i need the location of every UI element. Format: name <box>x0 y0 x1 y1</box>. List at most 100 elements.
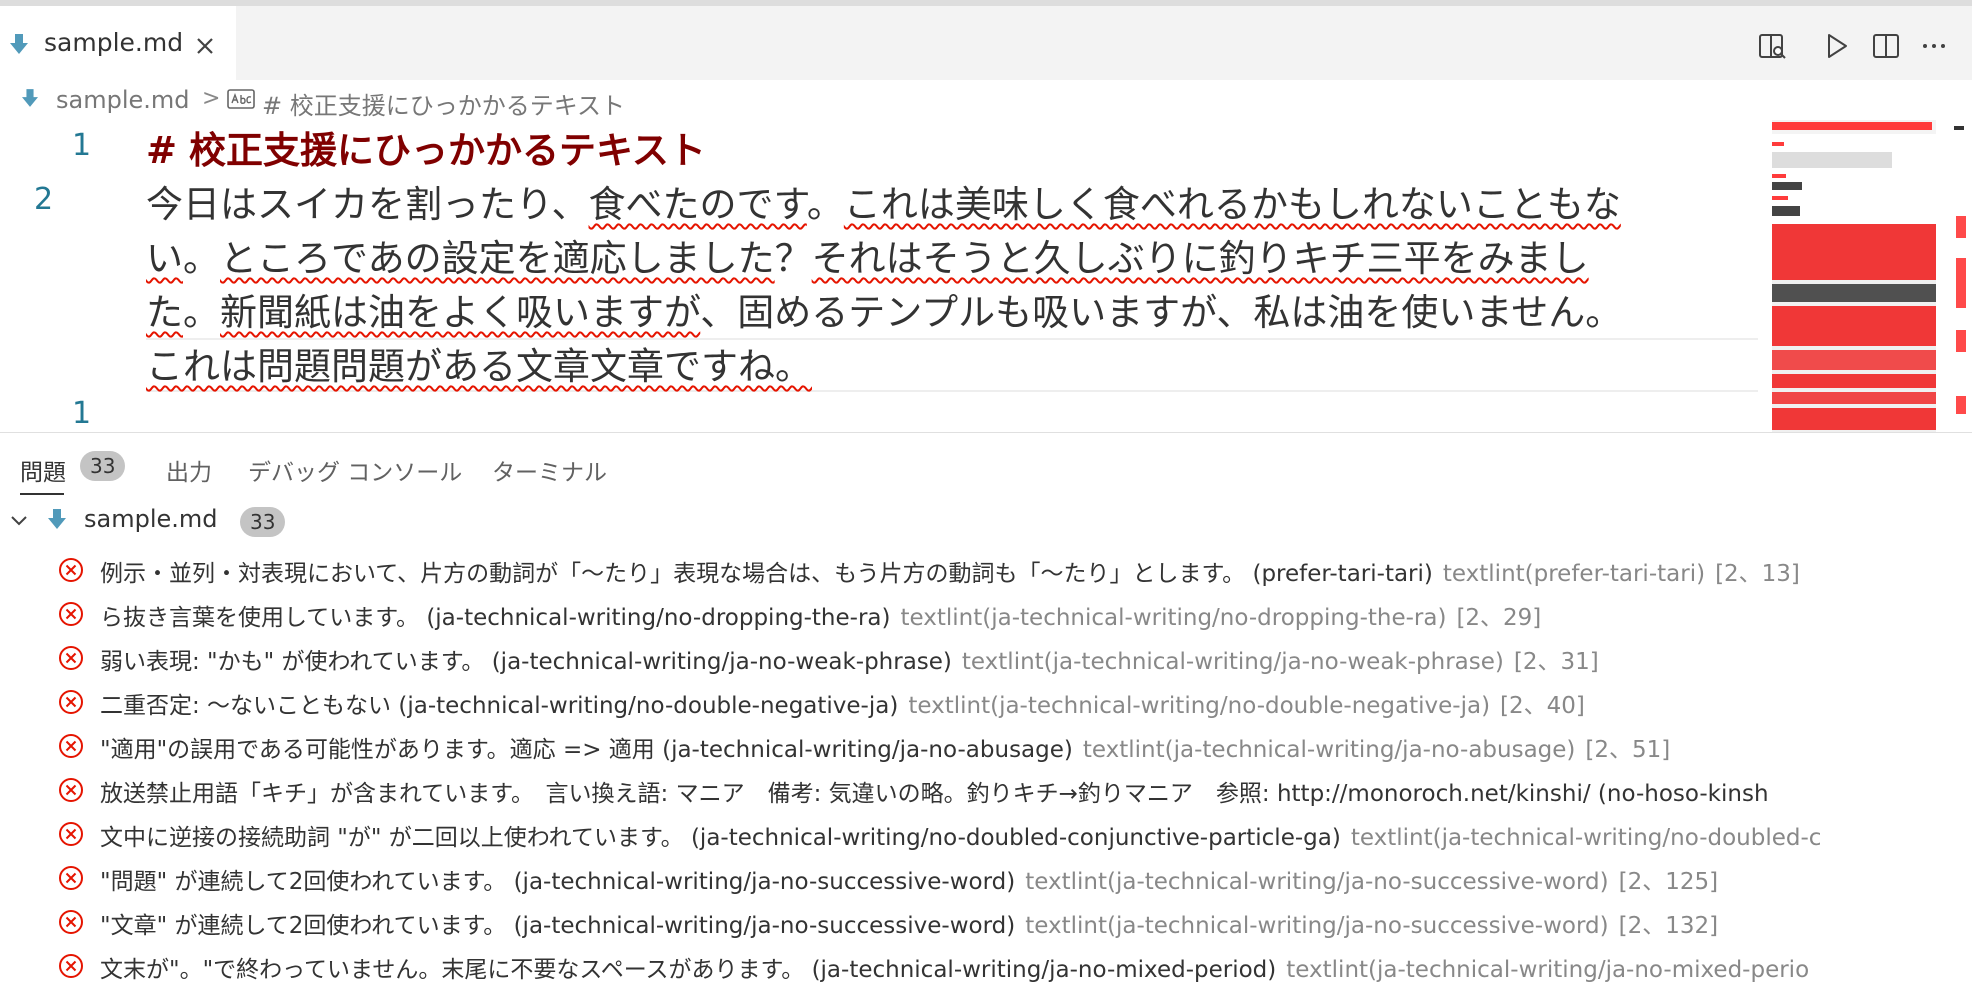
problem-source: textlint(ja-technical-writing/no-droppin… <box>900 605 1447 631</box>
line-number: 1 <box>72 396 92 431</box>
error-marker <box>1956 330 1966 352</box>
line-number: 1 <box>72 128 92 163</box>
error-icon <box>59 866 83 890</box>
paragraph-line: 今日はスイカを割ったり、食べたのです。これは美味しく食べれるかもしれないこともな <box>146 174 1621 228</box>
problem-message: "文章" が連続して2回使われています。 (ja-technical-writi… <box>100 913 1016 939</box>
problem-location: [2、132] <box>1618 913 1719 939</box>
paragraph-line: これは問題問題がある文章文章ですね。 <box>146 336 812 390</box>
active-tab-indicator <box>20 493 64 495</box>
breadcrumb-separator-icon: > <box>202 86 221 111</box>
breadcrumb-file[interactable]: sample.md <box>56 86 190 114</box>
problem-message: 例示・並列・対表現において、片方の動詞が「〜たり」表現な場合は、もう片方の動詞も… <box>100 561 1433 587</box>
lint-underline: た <box>146 291 183 334</box>
heading-marker: # <box>146 129 178 172</box>
bottom-panel: 問題 33 出力 デバッグ コンソール ターミナル sample.md 33 例… <box>0 432 1972 986</box>
split-editor-icon[interactable] <box>1870 30 1902 62</box>
problem-message: 二重否定: 〜ないこともない (ja-technical-writing/no-… <box>100 693 899 719</box>
problem-source: textlint(ja-technical-writing/no-double-… <box>908 693 1491 719</box>
editor-tab-bar: sample.md <box>0 6 1972 80</box>
problem-source: textlint(ja-technical-writing/no-doubled… <box>1350 825 1822 851</box>
problem-message: 弱い表現: "かも" が使われています。 (ja-technical-writi… <box>100 649 952 675</box>
problem-message: 放送禁止用語「キチ」が含まれています。 言い換え語: マニア 備考: 気違いの略… <box>100 781 1769 807</box>
error-marker <box>1956 396 1966 414</box>
problem-text: "文章" が連続して2回使われています。 (ja-technical-writi… <box>100 906 1718 940</box>
run-icon[interactable] <box>1820 30 1852 62</box>
problem-text: 放送禁止用語「キチ」が含まれています。 言い換え語: マニア 備考: 気違いの略… <box>100 774 1789 808</box>
scroll-position-marker <box>1954 126 1964 130</box>
error-marker <box>1956 216 1966 238</box>
lint-underline: ところであの設定を適応しました <box>220 237 775 280</box>
line-number: 2 <box>34 182 54 217</box>
breadcrumb: sample.md > # 校正支援にひっかかるテキスト <box>0 80 1760 120</box>
tab-sample-md[interactable]: sample.md <box>0 6 236 80</box>
problem-item[interactable]: ら抜き言葉を使用しています。 (ja-technical-writing/no-… <box>0 591 1972 635</box>
markdown-file-icon <box>10 34 28 54</box>
heading-text: 校正支援にひっかかるテキスト <box>189 129 706 172</box>
problem-item[interactable]: 放送禁止用語「キチ」が含まれています。 言い換え語: マニア 備考: 気違いの略… <box>0 767 1972 811</box>
problem-location: [2、125] <box>1618 869 1719 895</box>
paragraph-line: い。ところであの設定を適応しました？それはそうと久しぶりに釣りキチ三平をみまし <box>146 228 1589 282</box>
error-icon <box>59 734 83 758</box>
lint-underline: それはそうと久しぶりに釣りキチ三平をみまし <box>811 237 1589 280</box>
tab-problems[interactable]: 問題 <box>20 453 66 487</box>
markdown-file-icon <box>48 509 66 529</box>
problem-item[interactable]: "問題" が連続して2回使われています。 (ja-technical-writi… <box>0 855 1972 899</box>
tab-debug-console[interactable]: デバッグ コンソール <box>248 453 462 487</box>
open-preview-icon[interactable] <box>1756 30 1788 62</box>
problem-text: 弱い表現: "かも" が使われています。 (ja-technical-writi… <box>100 642 1599 676</box>
problem-item[interactable]: 例示・並列・対表現において、片方の動詞が「〜たり」表現な場合は、もう片方の動詞も… <box>0 547 1972 591</box>
tab-label: sample.md <box>44 28 184 57</box>
error-marker <box>1956 258 1966 308</box>
text-span: 、固めるテンプルも吸いますが、私は油を使いません。 <box>700 291 1623 334</box>
lint-underline: 新聞紙は油をよく吸いますが <box>220 291 701 334</box>
error-icon <box>59 910 83 934</box>
problem-message: "適用"の誤用である可能性があります。適応 => 適用 (ja-technica… <box>100 737 1073 763</box>
text-span: 。 <box>183 237 220 280</box>
problem-item[interactable]: "文章" が連続して2回使われています。 (ja-technical-writi… <box>0 899 1972 943</box>
error-icon <box>59 646 83 670</box>
problem-source: textlint(ja-technical-writing/ja-no-weak… <box>961 649 1504 675</box>
problem-location: [2、51] <box>1585 737 1671 763</box>
markdown-file-icon <box>22 89 38 107</box>
problem-text: "適用"の誤用である可能性があります。適応 => 適用 (ja-technica… <box>100 730 1670 764</box>
heading-line: # 校正支援にひっかかるテキスト <box>146 120 706 174</box>
error-icon <box>59 778 83 802</box>
problem-location: [2、40] <box>1500 693 1585 719</box>
problem-item[interactable]: 文末が"。"で終わっていません。末尾に不要なスペースがあります。 (ja-tec… <box>0 943 1972 986</box>
lint-underline: 食べたのです <box>588 183 807 226</box>
problem-source: textlint(ja-technical-writing/ja-no-abus… <box>1082 737 1576 763</box>
problem-location: [2、31] <box>1513 649 1599 675</box>
problem-text: ら抜き言葉を使用しています。 (ja-technical-writing/no-… <box>100 598 1541 632</box>
problems-file-node[interactable]: sample.md <box>84 505 218 533</box>
vertical-scrollbar[interactable] <box>1948 120 1972 432</box>
problem-text: "問題" が連続して2回使われています。 (ja-technical-writi… <box>100 862 1718 896</box>
text-span: 。 <box>806 183 844 226</box>
problem-item[interactable]: 弱い表現: "かも" が使われています。 (ja-technical-writi… <box>0 635 1972 679</box>
lint-underline: い <box>146 237 183 280</box>
error-icon <box>59 954 83 978</box>
error-icon <box>59 558 83 582</box>
problem-source: textlint(ja-technical-writing/ja-no-succ… <box>1025 913 1609 939</box>
tab-output[interactable]: 出力 <box>166 453 212 487</box>
tab-terminal[interactable]: ターミナル <box>492 453 607 487</box>
text-span: 。 <box>183 291 220 334</box>
text-editor[interactable]: 1 2 1 # 校正支援にひっかかるテキスト 今日はスイカを割ったり、食べたのです… <box>0 120 1972 432</box>
problem-message: ら抜き言葉を使用しています。 (ja-technical-writing/no-… <box>100 605 891 631</box>
problem-message: 文中に逆接の接続助詞 "が" が二回以上使われています。 (ja-technic… <box>100 825 1341 851</box>
minimap[interactable] <box>1772 120 1936 432</box>
more-actions-icon[interactable] <box>1918 30 1950 62</box>
problem-text: 例示・並列・対表現において、片方の動詞が「〜たり」表現な場合は、もう片方の動詞も… <box>100 554 1800 588</box>
problem-item[interactable]: "適用"の誤用である可能性があります。適応 => 適用 (ja-technica… <box>0 723 1972 767</box>
problems-count-badge: 33 <box>80 451 126 481</box>
text-span: ？ <box>774 237 812 280</box>
problem-message: "問題" が連続して2回使われています。 (ja-technical-writi… <box>100 869 1016 895</box>
close-icon[interactable] <box>194 35 216 57</box>
problem-item[interactable]: 文中に逆接の接続助詞 "が" が二回以上使われています。 (ja-technic… <box>0 811 1972 855</box>
string-symbol-icon <box>227 89 255 109</box>
chevron-down-icon[interactable] <box>8 509 30 531</box>
breadcrumb-heading[interactable]: # 校正支援にひっかかるテキスト <box>262 86 625 121</box>
problem-text: 文末が"。"で終わっていません。末尾に不要なスペースがあります。 (ja-tec… <box>100 950 1819 984</box>
error-icon <box>59 822 83 846</box>
vscode-window: sample.md sample.md > # 校正支援にひっかかるテキスト 1… <box>0 0 1972 986</box>
problem-item[interactable]: 二重否定: 〜ないこともない (ja-technical-writing/no-… <box>0 679 1972 723</box>
